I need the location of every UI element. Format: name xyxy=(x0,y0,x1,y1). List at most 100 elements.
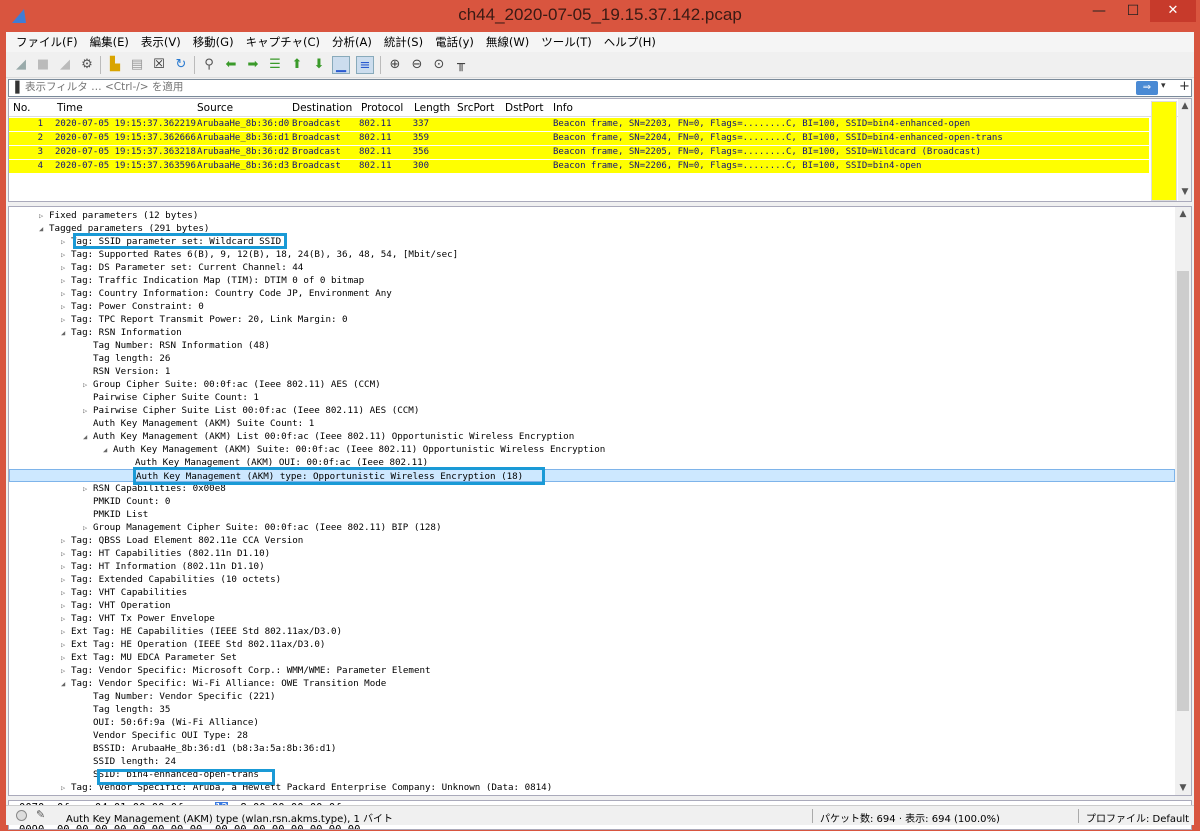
packet-minimap[interactable] xyxy=(1151,101,1177,201)
column-header-destination[interactable]: Destination xyxy=(292,102,352,114)
detail-line[interactable]: ▷ Tag: TPC Report Transmit Power: 20, Lin… xyxy=(9,313,1175,326)
status-profile[interactable]: プロファイル: Default xyxy=(1086,810,1189,825)
column-header-dstport[interactable]: DstPort xyxy=(505,102,544,114)
detail-line[interactable]: ▷ Tag: Supported Rates 6(B), 9, 12(B), 18… xyxy=(9,248,1175,261)
menu-edit[interactable]: 編集(E) xyxy=(84,34,135,50)
details-scrollbar[interactable]: ▲ ▼ xyxy=(1175,207,1191,795)
menu-help[interactable]: ヘルプ(H) xyxy=(598,34,662,50)
go-back-icon[interactable]: ⬅ xyxy=(222,56,240,74)
detail-line[interactable]: ▷ Tag: Power Constraint: 0 xyxy=(9,300,1175,313)
first-packet-icon[interactable]: ⬆ xyxy=(288,56,306,74)
apply-filter-button[interactable]: ⇒ xyxy=(1136,81,1158,95)
resize-columns-icon[interactable]: ╥ xyxy=(452,56,470,74)
minimize-button[interactable]: — xyxy=(1082,0,1116,22)
menu-view[interactable]: 表示(V) xyxy=(135,34,187,50)
edit-comment-icon[interactable]: ✎ xyxy=(36,808,45,821)
detail-line[interactable]: OUI: 50:6f:9a (Wi-Fi Alliance) xyxy=(9,716,1175,729)
detail-line[interactable]: ▷ Tag: Traffic Indication Map (TIM): DTIM… xyxy=(9,274,1175,287)
menu-wireless[interactable]: 無線(W) xyxy=(480,34,535,50)
detail-line[interactable]: Tag Number: RSN Information (48) xyxy=(9,339,1175,352)
menu-analyze[interactable]: 分析(A) xyxy=(326,34,378,50)
maximize-button[interactable]: ☐ xyxy=(1116,0,1150,22)
colorize-icon[interactable]: ≡ xyxy=(356,56,374,74)
find-packet-icon[interactable]: ⚲ xyxy=(200,56,218,74)
detail-line[interactable]: ◢ Auth Key Management (AKM) Suite: 00:0f:… xyxy=(9,443,1175,456)
close-file-icon[interactable]: ☒ xyxy=(150,56,168,74)
restart-capture-icon[interactable]: ◢ xyxy=(56,56,74,74)
detail-line[interactable]: Pairwise Cipher Suite Count: 1 xyxy=(9,391,1175,404)
go-forward-icon[interactable]: ➡ xyxy=(244,56,262,74)
column-header-no[interactable]: No. xyxy=(13,102,30,114)
scroll-down-icon[interactable]: ▼ xyxy=(1176,783,1190,793)
scroll-up-icon[interactable]: ▲ xyxy=(1178,101,1191,111)
scroll-down-icon[interactable]: ▼ xyxy=(1178,187,1191,197)
detail-line[interactable]: ▷ Fixed parameters (12 bytes) xyxy=(9,209,1175,222)
detail-line[interactable]: ▷ Tag: Vendor Specific: Microsoft Corp.: … xyxy=(9,664,1175,677)
detail-line[interactable]: ▷ Tag: VHT Capabilities xyxy=(9,586,1175,599)
capture-options-icon[interactable]: ⚙ xyxy=(78,56,96,74)
menu-tools[interactable]: ツール(T) xyxy=(535,34,598,50)
column-header-protocol[interactable]: Protocol xyxy=(361,102,403,114)
detail-line[interactable]: ▷ Pairwise Cipher Suite List 00:0f:ac (Ie… xyxy=(9,404,1175,417)
packet-row[interactable]: 4 2020-07-05 19:15:37.363596 ArubaaHe_8b:3… xyxy=(9,160,1149,173)
bookmark-icon[interactable]: ▐ xyxy=(11,81,19,94)
packet-list-scrollbar[interactable]: ▲ ▼ xyxy=(1178,99,1191,201)
detail-line[interactable]: ◢ Auth Key Management (AKM) List 00:0f:ac… xyxy=(9,430,1175,443)
detail-line[interactable]: ▷ Tag: Extended Capabilities (10 octets) xyxy=(9,573,1175,586)
packet-row[interactable]: 3 2020-07-05 19:15:37.363218 ArubaaHe_8b:3… xyxy=(9,146,1149,159)
detail-line[interactable]: ▷ Tag: DS Parameter set: Current Channel:… xyxy=(9,261,1175,274)
add-filter-button[interactable]: + xyxy=(1179,79,1190,94)
detail-line[interactable]: ▷ Group Cipher Suite: 00:0f:ac (Ieee 802.… xyxy=(9,378,1175,391)
detail-line[interactable]: ▷ Tag: HT Information (802.11n D1.10) xyxy=(9,560,1175,573)
detail-line[interactable]: PMKID List xyxy=(9,508,1175,521)
detail-line[interactable]: Vendor Specific OUI Type: 28 xyxy=(9,729,1175,742)
hex-dump-line[interactable]: 0090 00 00 00 00 00 00 00 00 00 00 00 00… xyxy=(19,825,360,830)
menu-capture[interactable]: キャプチャ(C) xyxy=(240,34,326,50)
column-header-time[interactable]: Time xyxy=(57,102,83,114)
detail-line[interactable]: SSID length: 24 xyxy=(9,755,1175,768)
menu-telephony[interactable]: 電話(y) xyxy=(429,34,480,50)
detail-line[interactable]: Tag length: 26 xyxy=(9,352,1175,365)
close-button[interactable]: ✕ xyxy=(1150,0,1196,22)
detail-line[interactable]: BSSID: ArubaaHe_8b:36:d1 (b8:3a:5a:8b:36… xyxy=(9,742,1175,755)
menu-statistics[interactable]: 統計(S) xyxy=(378,34,429,50)
title-bar[interactable]: ch44_2020-07-05_19.15.37.142.pcap — ☐ ✕ xyxy=(0,0,1200,32)
detail-line[interactable]: ▷ Tag: VHT Tx Power Envelope xyxy=(9,612,1175,625)
detail-line[interactable]: ◢ Tag: Vendor Specific: Wi-Fi Alliance: O… xyxy=(9,677,1175,690)
detail-line[interactable]: ▷ Tag: HT Capabilities (802.11n D1.10) xyxy=(9,547,1175,560)
start-capture-icon[interactable]: ◢ xyxy=(12,56,30,74)
detail-line[interactable]: Auth Key Management (AKM) Suite Count: 1 xyxy=(9,417,1175,430)
scroll-up-icon[interactable]: ▲ xyxy=(1176,209,1190,219)
detail-line[interactable]: ◢ Tag: RSN Information xyxy=(9,326,1175,339)
display-filter-input[interactable] xyxy=(25,81,925,93)
open-file-icon[interactable]: ▙ xyxy=(106,56,124,74)
detail-line[interactable]: ▷ Ext Tag: HE Capabilities (IEEE Std 802.… xyxy=(9,625,1175,638)
save-file-icon[interactable]: ▤ xyxy=(128,56,146,74)
details-scroll-thumb[interactable] xyxy=(1177,271,1189,711)
detail-line[interactable]: ▷ Tag: VHT Operation xyxy=(9,599,1175,612)
expand-arrow-icon[interactable]: ▷ xyxy=(61,782,71,795)
packet-row[interactable]: 2 2020-07-05 19:15:37.362666 ArubaaHe_8b:3… xyxy=(9,132,1149,145)
normal-size-icon[interactable]: ⊙ xyxy=(430,56,448,74)
detail-line[interactable]: RSN Version: 1 xyxy=(9,365,1175,378)
autoscroll-icon[interactable]: ▁ xyxy=(332,56,350,74)
filter-dropdown-icon[interactable]: ▾ xyxy=(1161,81,1166,91)
packet-row[interactable]: 1 2020-07-05 19:15:37.362219 ArubaaHe_8b:3… xyxy=(9,118,1149,131)
detail-line[interactable]: PMKID Count: 0 xyxy=(9,495,1175,508)
menu-go[interactable]: 移動(G) xyxy=(187,34,240,50)
zoom-out-icon[interactable]: ⊖ xyxy=(408,56,426,74)
column-header-info[interactable]: Info xyxy=(553,102,573,114)
menu-file[interactable]: ファイル(F) xyxy=(10,34,84,50)
reload-icon[interactable]: ↻ xyxy=(172,56,190,74)
column-header-length[interactable]: Length xyxy=(414,102,450,114)
column-header-source[interactable]: Source xyxy=(197,102,233,114)
detail-line[interactable]: ▷ Group Management Cipher Suite: 00:0f:ac… xyxy=(9,521,1175,534)
zoom-in-icon[interactable]: ⊕ xyxy=(386,56,404,74)
go-to-packet-icon[interactable]: ☰ xyxy=(266,56,284,74)
stop-capture-icon[interactable]: ■ xyxy=(34,56,52,74)
detail-line[interactable]: ▷ Tag: QBSS Load Element 802.11e CCA Vers… xyxy=(9,534,1175,547)
detail-line[interactable]: ▷ Ext Tag: HE Operation (IEEE Std 802.11a… xyxy=(9,638,1175,651)
last-packet-icon[interactable]: ⬇ xyxy=(310,56,328,74)
detail-line[interactable]: Tag Number: Vendor Specific (221) xyxy=(9,690,1175,703)
detail-line[interactable]: ▷ Ext Tag: MU EDCA Parameter Set xyxy=(9,651,1175,664)
